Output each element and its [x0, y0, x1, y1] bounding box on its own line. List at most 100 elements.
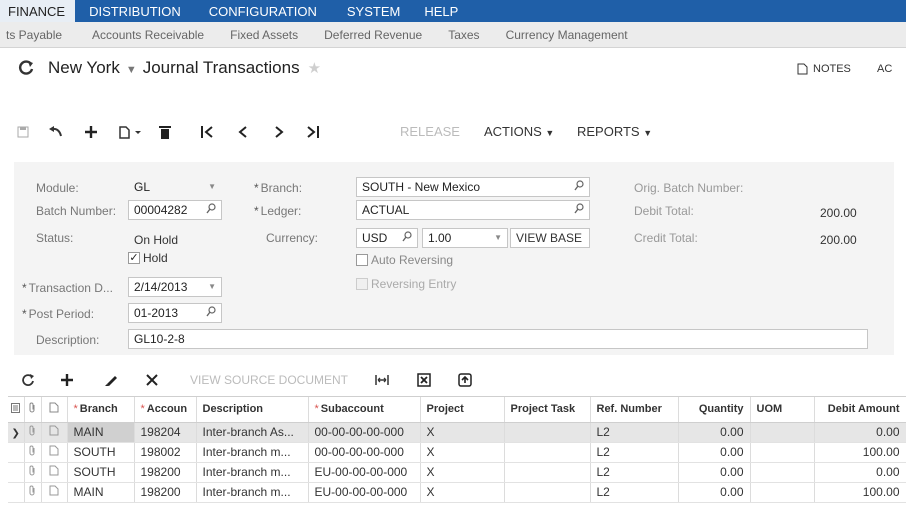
grid-cell-project-task[interactable] — [504, 482, 591, 503]
note-icon[interactable] — [41, 442, 68, 463]
currency-field[interactable]: USD — [356, 228, 418, 248]
row-indicator[interactable] — [8, 482, 25, 503]
grid-cell-branch[interactable]: SOUTH — [67, 462, 135, 483]
row-select-icon[interactable] — [8, 397, 25, 423]
view-base-button[interactable]: VIEW BASE — [510, 228, 590, 248]
post-period-field[interactable]: 01-2013 — [128, 303, 222, 323]
ledger-field[interactable]: ACTUAL — [356, 200, 590, 220]
subnav-accounts-payable[interactable]: ts Payable — [6, 28, 62, 42]
attachment-icon[interactable] — [24, 482, 42, 503]
grid-cell-ref-number[interactable]: L2 — [590, 442, 679, 463]
chevron-down-icon[interactable]: ▼ — [208, 282, 216, 291]
search-icon[interactable] — [402, 231, 412, 246]
grid-cell-quantity[interactable]: 0.00 — [678, 462, 751, 483]
grid-cell-ref-number[interactable]: L2 — [590, 422, 679, 443]
grid-cell-uom[interactable] — [750, 462, 815, 483]
branch-field[interactable]: SOUTH - New Mexico — [356, 177, 590, 197]
grid-cell-uom[interactable] — [750, 422, 815, 443]
search-icon[interactable] — [206, 203, 216, 218]
grid-cell-accoun[interactable]: 198204 — [134, 422, 197, 443]
col-debit-amount[interactable]: Debit Amount — [814, 397, 906, 423]
grid-cell-debit-amount[interactable]: 0.00 — [814, 462, 906, 483]
copy-paste-icon[interactable] — [116, 121, 146, 143]
hold-checkbox[interactable]: ✓ Hold — [128, 251, 168, 265]
col-description[interactable]: Description — [196, 397, 309, 423]
grid-cell-debit-amount[interactable]: 0.00 — [814, 422, 906, 443]
grid-cell-description[interactable]: Inter-branch As... — [196, 422, 309, 443]
release-button[interactable]: RELEASE — [400, 124, 460, 139]
subnav-deferred-revenue[interactable]: Deferred Revenue — [324, 28, 422, 42]
subnav-currency-management[interactable]: Currency Management — [506, 28, 628, 42]
view-source-document-button[interactable]: VIEW SOURCE DOCUMENT — [190, 373, 348, 387]
grid-cell-accoun[interactable]: 198200 — [134, 462, 197, 483]
current-row-icon[interactable]: ❯ — [8, 422, 25, 443]
grid-add-icon[interactable] — [56, 369, 78, 391]
grid-cell-branch[interactable]: MAIN — [67, 482, 135, 503]
grid-cell-quantity[interactable]: 0.00 — [678, 422, 751, 443]
next-record-icon[interactable] — [268, 121, 290, 143]
col-quantity[interactable]: Quantity — [678, 397, 751, 423]
nav-help[interactable]: HELP — [418, 0, 476, 22]
search-icon[interactable] — [206, 306, 216, 321]
grid-cell-accoun[interactable]: 198002 — [134, 442, 197, 463]
grid-delete-icon[interactable] — [141, 369, 163, 391]
grid-cell-ref-number[interactable]: L2 — [590, 462, 679, 483]
grid-cell-uom[interactable] — [750, 482, 815, 503]
upload-icon[interactable] — [454, 369, 476, 391]
grid-cell-quantity[interactable]: 0.00 — [678, 442, 751, 463]
last-record-icon[interactable] — [302, 121, 324, 143]
title-branch[interactable]: New York — [48, 58, 120, 77]
nav-finance[interactable]: FINANCE — [0, 0, 76, 22]
search-icon[interactable] — [574, 180, 584, 195]
auto-reversing-checkbox[interactable]: Auto Reversing — [356, 253, 453, 267]
subnav-fixed-assets[interactable]: Fixed Assets — [230, 28, 298, 42]
chevron-down-icon[interactable]: ▼ — [126, 64, 137, 76]
grid-edit-icon[interactable] — [100, 369, 122, 391]
note-icon[interactable] — [41, 482, 68, 503]
grid-cell-project-task[interactable] — [504, 442, 591, 463]
col-account[interactable]: * Accoun — [134, 397, 197, 423]
grid-cell-description[interactable]: Inter-branch m... — [196, 482, 309, 503]
previous-record-icon[interactable] — [232, 121, 254, 143]
grid-cell-debit-amount[interactable]: 100.00 — [814, 482, 906, 503]
nav-configuration[interactable]: CONFIGURATION — [199, 0, 335, 22]
grid-cell-subaccount[interactable]: 00-00-00-00-000 — [308, 422, 421, 443]
transaction-date-field[interactable]: 2/14/2013 ▼ — [128, 277, 222, 297]
nav-distribution[interactable]: DISTRIBUTION — [75, 0, 199, 22]
grid-cell-project[interactable]: X — [420, 422, 505, 443]
nav-system[interactable]: SYSTEM — [335, 0, 418, 22]
grid-cell-project[interactable]: X — [420, 442, 505, 463]
subnav-accounts-receivable[interactable]: Accounts Receivable — [92, 28, 204, 42]
grid-cell-quantity[interactable]: 0.00 — [678, 482, 751, 503]
col-subaccount[interactable]: * Subaccount — [308, 397, 421, 423]
fit-columns-icon[interactable] — [371, 369, 393, 391]
module-select[interactable]: GL ▼ — [128, 177, 222, 197]
description-field[interactable]: GL10-2-8 — [128, 329, 868, 349]
add-icon[interactable] — [80, 121, 102, 143]
grid-cell-project[interactable]: X — [420, 482, 505, 503]
grid-cell-branch[interactable]: MAIN — [67, 422, 135, 443]
col-uom[interactable]: UOM — [750, 397, 815, 423]
delete-icon[interactable] — [154, 121, 176, 143]
grid-cell-ref-number[interactable]: L2 — [590, 482, 679, 503]
grid-cell-subaccount[interactable]: EU-00-00-00-000 — [308, 462, 421, 483]
table-row[interactable]: MAIN 198200 Inter-branch m... EU-00-00-00-0… — [8, 482, 906, 503]
first-record-icon[interactable] — [196, 121, 218, 143]
actions-menu[interactable]: ACTIONS ▼ — [484, 124, 554, 139]
refresh-icon[interactable] — [16, 58, 36, 78]
row-indicator[interactable] — [8, 462, 25, 483]
attachment-icon[interactable] — [24, 462, 42, 483]
grid-cell-accoun[interactable]: 198200 — [134, 482, 197, 503]
grid-cell-uom[interactable] — [750, 442, 815, 463]
export-excel-icon[interactable] — [413, 369, 435, 391]
currency-rate-field[interactable]: 1.00 ▼ — [422, 228, 508, 248]
reports-menu[interactable]: REPORTS ▼ — [577, 124, 652, 139]
grid-cell-description[interactable]: Inter-branch m... — [196, 442, 309, 463]
grid-cell-subaccount[interactable]: 00-00-00-00-000 — [308, 442, 421, 463]
subnav-taxes[interactable]: Taxes — [448, 28, 479, 42]
favorite-star-icon[interactable]: ★ — [308, 60, 321, 77]
activities-button[interactable]: AC — [877, 63, 892, 75]
table-row[interactable]: SOUTH 198200 Inter-branch m... EU-00-00-00-… — [8, 462, 906, 483]
grid-refresh-icon[interactable] — [17, 369, 39, 391]
table-row[interactable]: ❯ MAIN 198204 Inter-branch As... 00-00-00-00… — [8, 422, 906, 443]
